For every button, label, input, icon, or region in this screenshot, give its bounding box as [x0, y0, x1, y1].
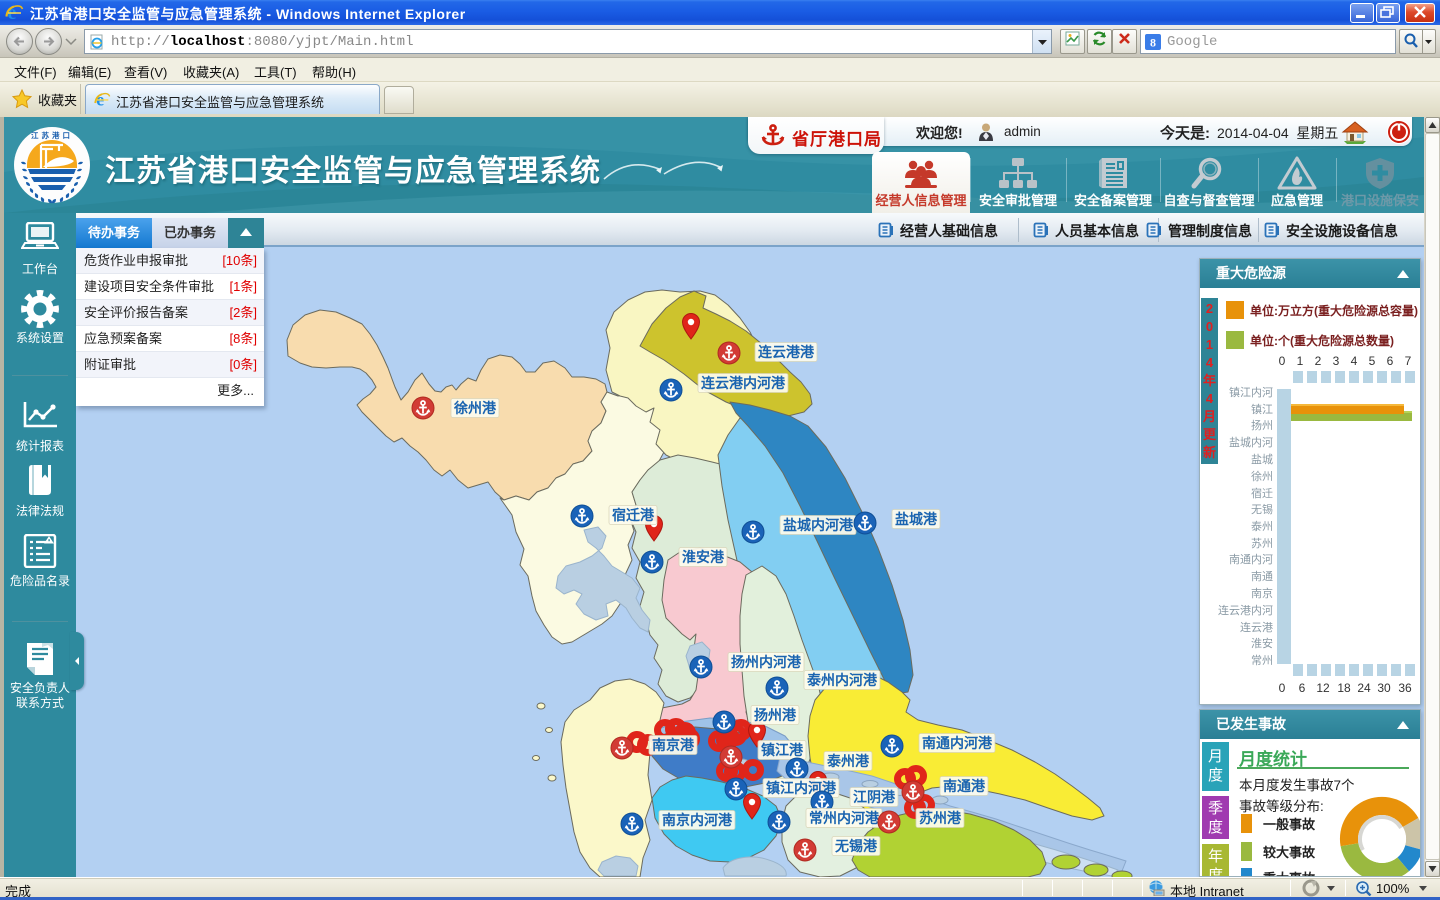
svg-text:2: 2: [1315, 354, 1322, 368]
svg-text:6: 6: [1387, 354, 1394, 368]
svg-text:0: 0: [1279, 681, 1286, 695]
svg-text:盐城: 盐城: [1251, 453, 1273, 466]
svg-text:镇江港: 镇江港: [761, 742, 804, 758]
svg-text:南京港: 南京港: [652, 737, 695, 753]
svg-text:徐州: 徐州: [1251, 469, 1273, 483]
svg-text:18: 18: [1337, 681, 1351, 695]
svg-text:盐城内河: 盐城内河: [1229, 435, 1273, 449]
svg-text:3: 3: [1333, 354, 1340, 368]
svg-text:苏州港: 苏州港: [919, 810, 962, 826]
svg-text:镇江内河: 镇江内河: [1229, 385, 1273, 399]
svg-text:24: 24: [1357, 681, 1371, 695]
svg-text:连云港内河港: 连云港内河港: [701, 375, 786, 391]
svg-text:一般事故: 一般事故: [1263, 817, 1316, 832]
svg-text:连云港内河: 连云港内河: [1218, 603, 1273, 617]
svg-text:江阴港: 江阴港: [853, 789, 896, 805]
svg-text:盐城港: 盐城港: [895, 511, 938, 527]
svg-text:扬州: 扬州: [1251, 418, 1273, 432]
svg-text:南京内河港: 南京内河港: [662, 812, 733, 828]
svg-text:南通: 南通: [1251, 570, 1273, 583]
svg-text:无锡: 无锡: [1251, 502, 1273, 516]
svg-text:常州: 常州: [1251, 654, 1273, 667]
svg-text:镇江: 镇江: [1251, 402, 1273, 416]
svg-text:7: 7: [1405, 354, 1412, 368]
svg-text:南通港: 南通港: [943, 778, 986, 794]
svg-text:6: 6: [1299, 681, 1306, 695]
svg-text:1: 1: [1297, 354, 1304, 368]
svg-text:30: 30: [1377, 681, 1391, 695]
svg-text:泰州港: 泰州港: [826, 753, 870, 769]
svg-text:苏州: 苏州: [1251, 537, 1273, 550]
svg-text:宿迁: 宿迁: [1251, 486, 1273, 500]
svg-text:连云港: 连云港: [1240, 621, 1273, 634]
svg-text:淮安: 淮安: [1251, 636, 1273, 650]
svg-text:4: 4: [1351, 354, 1358, 368]
svg-text:徐州港: 徐州港: [453, 400, 497, 416]
svg-text:南通内河港: 南通内河港: [922, 735, 993, 751]
svg-text:南通内河: 南通内河: [1229, 552, 1273, 566]
svg-text:南京: 南京: [1251, 586, 1273, 600]
svg-text:连云港港: 连云港港: [758, 344, 815, 360]
svg-text:0: 0: [1279, 354, 1286, 368]
svg-text:常州内河港: 常州内河港: [809, 810, 880, 826]
svg-text:36: 36: [1398, 681, 1412, 695]
svg-text:泰州内河港: 泰州内河港: [806, 672, 878, 688]
svg-text:扬州内河港: 扬州内河港: [731, 654, 802, 670]
svg-text:盐城内河港: 盐城内河港: [783, 517, 854, 533]
svg-text:12: 12: [1316, 681, 1330, 695]
svg-text:淮安港: 淮安港: [682, 549, 725, 565]
svg-text:泰州: 泰州: [1251, 519, 1273, 533]
svg-text:无锡港: 无锡港: [834, 838, 878, 854]
svg-text:宿迁港: 宿迁港: [612, 507, 655, 523]
svg-text:江苏港口: 江苏港口: [31, 130, 73, 140]
svg-text:5: 5: [1369, 354, 1376, 368]
svg-text:扬州港: 扬州港: [754, 707, 797, 723]
svg-text:较大事故: 较大事故: [1263, 845, 1316, 860]
svg-text:8: 8: [1150, 36, 1156, 50]
